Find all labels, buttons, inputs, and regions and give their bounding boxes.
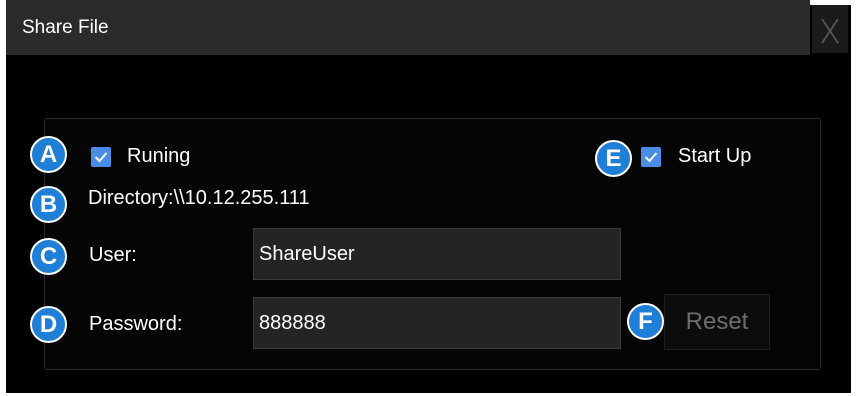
startup-checkbox[interactable] bbox=[641, 147, 661, 167]
callout-badge-c: C bbox=[30, 238, 67, 275]
dialog-title: Share File bbox=[22, 17, 109, 38]
password-label: Password: bbox=[89, 313, 183, 335]
checkmark-icon bbox=[644, 152, 658, 163]
running-checkbox[interactable] bbox=[91, 147, 111, 167]
user-input[interactable]: ShareUser bbox=[253, 228, 621, 280]
close-button[interactable] bbox=[812, 5, 848, 53]
callout-badge-e: E bbox=[595, 140, 632, 177]
running-label: Runing bbox=[127, 145, 191, 167]
close-icon bbox=[821, 18, 839, 44]
callout-badge-b: B bbox=[30, 186, 67, 223]
title-bar: Share File bbox=[6, 0, 810, 55]
user-label: User: bbox=[89, 244, 137, 266]
callout-badge-d: D bbox=[30, 306, 67, 343]
callout-badge-f: F bbox=[627, 303, 664, 340]
callout-badge-a: A bbox=[30, 136, 67, 173]
startup-label: Start Up bbox=[678, 145, 752, 167]
reset-button[interactable]: Reset bbox=[664, 294, 770, 350]
directory-label: Directory:\\10.12.255.111 bbox=[88, 187, 310, 209]
checkmark-icon bbox=[94, 152, 108, 163]
password-input[interactable]: 888888 bbox=[253, 297, 621, 349]
